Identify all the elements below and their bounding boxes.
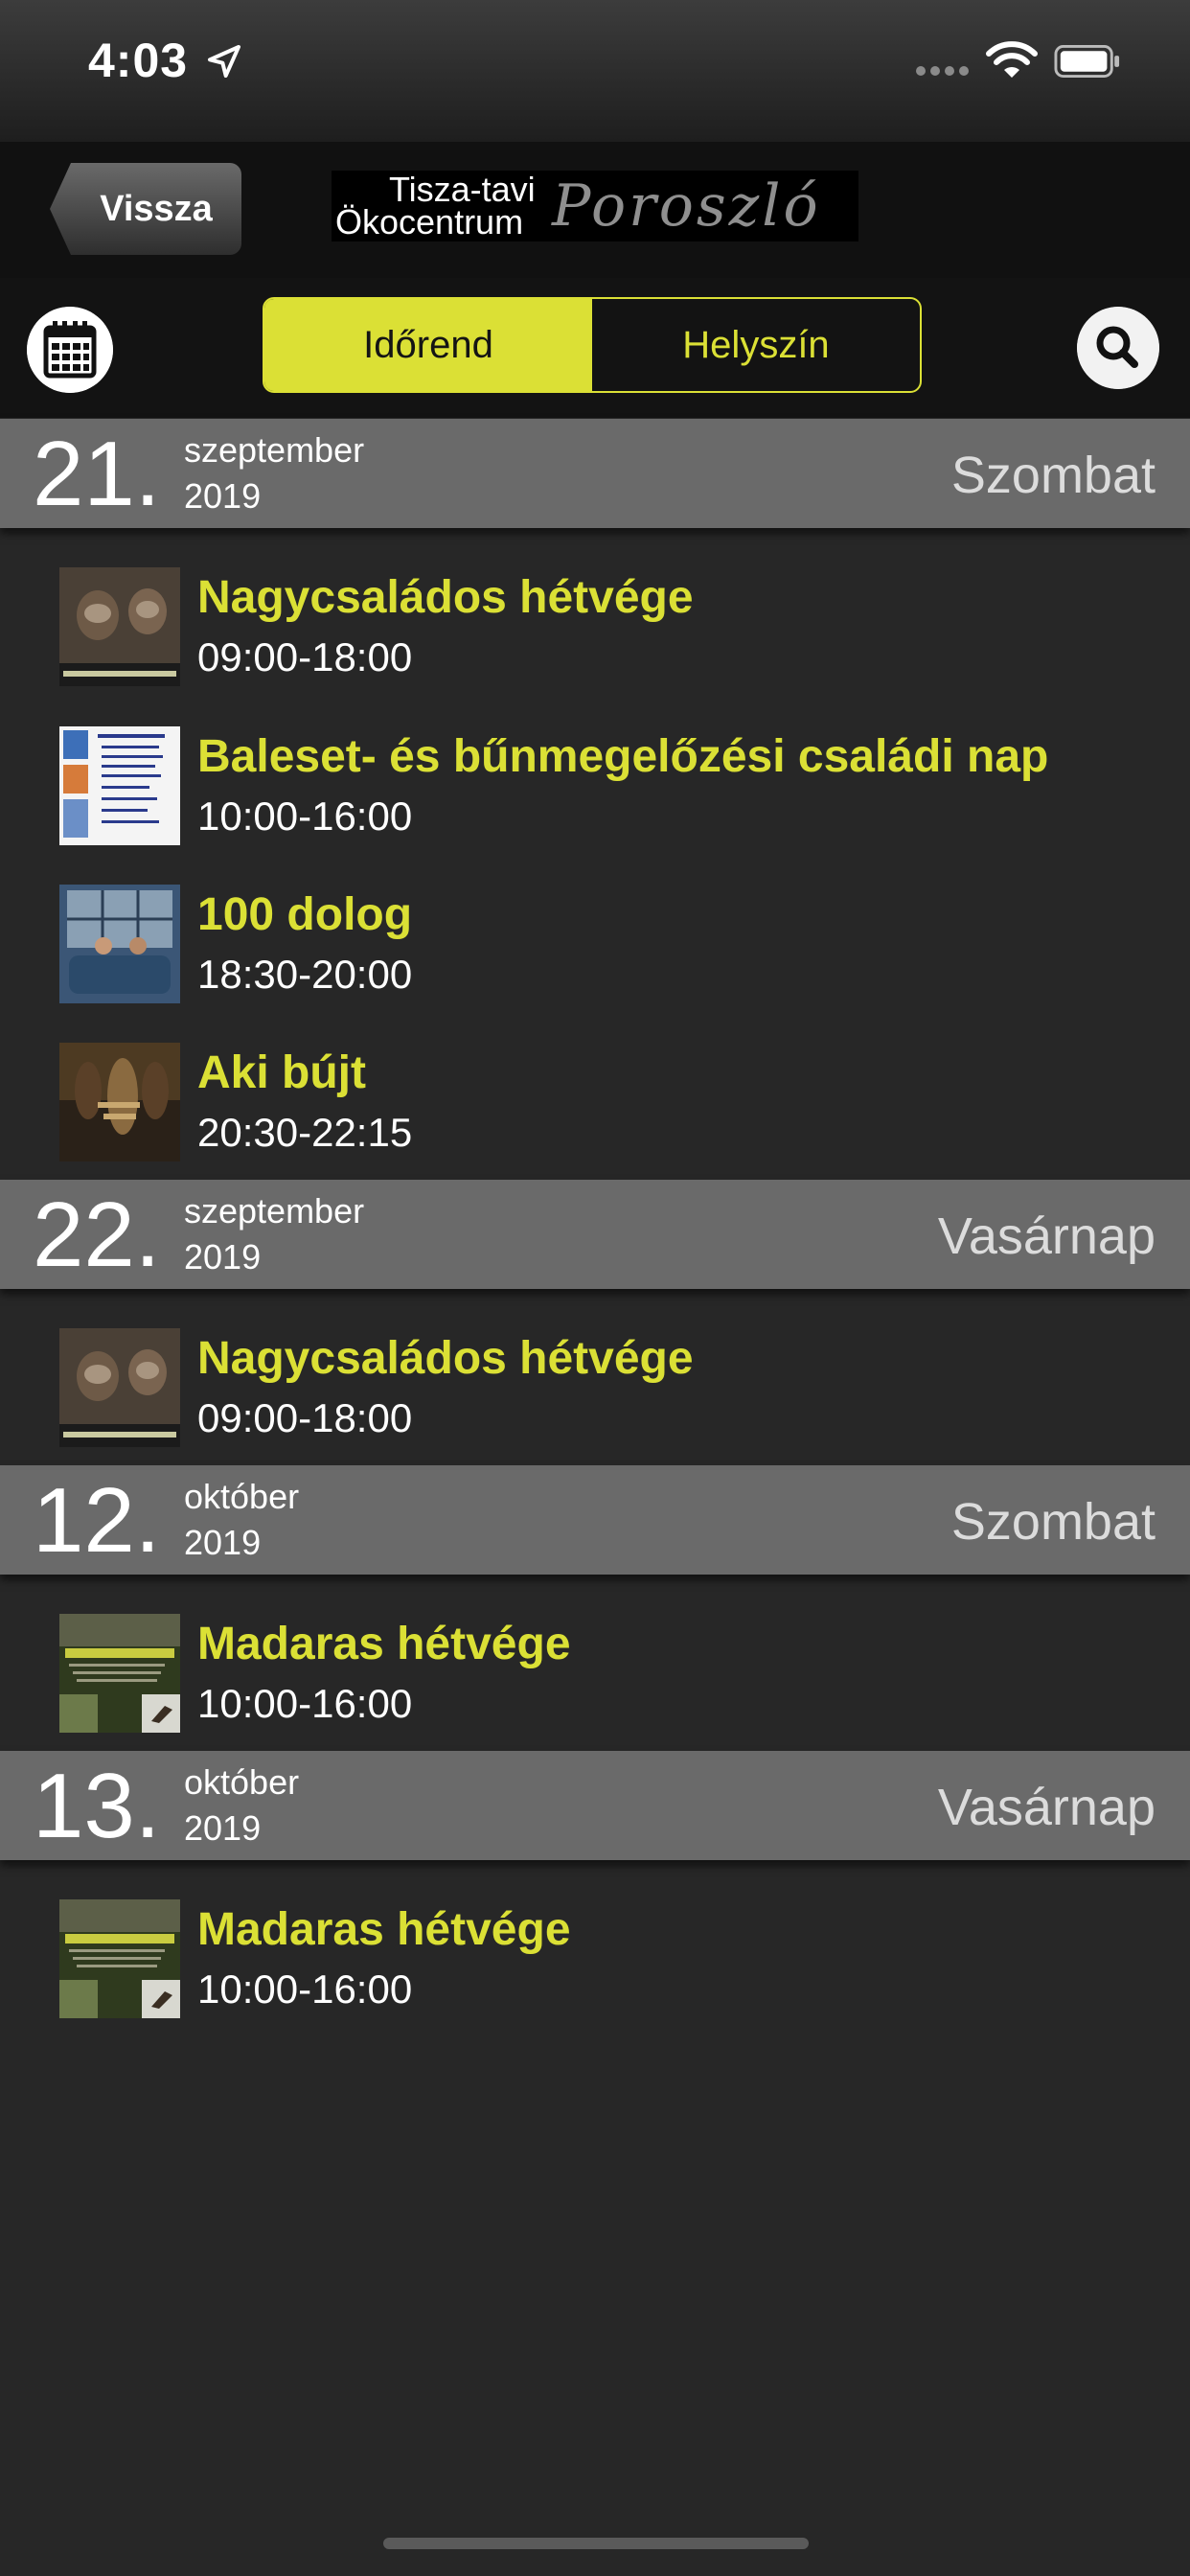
day-header: 12. október 2019 Szombat bbox=[0, 1465, 1190, 1575]
signal-icon bbox=[916, 63, 973, 80]
day-header: 13. október 2019 Vasárnap bbox=[0, 1751, 1190, 1860]
tab-location[interactable]: Helyszín bbox=[592, 299, 920, 391]
event-time: 18:30-20:00 bbox=[197, 952, 413, 997]
event-time: 09:00-18:00 bbox=[197, 1395, 413, 1440]
day-year: 2019 bbox=[184, 476, 262, 516]
event-title: 100 dolog bbox=[197, 889, 413, 940]
app-logo: Tisza-tavi Ökocentrum Poroszló bbox=[332, 171, 858, 242]
event-time: 10:00-16:00 bbox=[197, 1966, 413, 2012]
poster-image bbox=[59, 726, 180, 845]
day-number: 22. bbox=[33, 1184, 161, 1286]
status-time: 4:03 bbox=[88, 34, 189, 87]
tab-schedule[interactable]: Időrend bbox=[264, 299, 592, 391]
day-year: 2019 bbox=[184, 1808, 262, 1848]
day-number: 21. bbox=[33, 423, 161, 525]
event-title: Aki bújt bbox=[197, 1047, 366, 1098]
status-bar: 4:03 bbox=[0, 0, 1190, 142]
battery-icon bbox=[1054, 44, 1120, 79]
event-time: 10:00-16:00 bbox=[197, 794, 413, 839]
view-segmented-control: Időrend Helyszín bbox=[263, 297, 922, 393]
day-header: 21. szeptember 2019 Szombat bbox=[0, 419, 1190, 528]
movie-still-image bbox=[59, 885, 180, 1003]
event-title: Baleset- és bűnmegelőzési családi nap bbox=[197, 731, 1049, 782]
day-year: 2019 bbox=[184, 1237, 262, 1276]
otters-image bbox=[59, 1328, 180, 1447]
calendar-icon[interactable] bbox=[27, 307, 113, 393]
day-weekday: Vasárnap bbox=[937, 1208, 1156, 1265]
event-title: Nagycsaládos hétvége bbox=[197, 1333, 694, 1384]
day-month: szeptember bbox=[184, 1191, 365, 1230]
day-year: 2019 bbox=[184, 1523, 262, 1562]
event-item[interactable]: Madaras hétvége 10:00-16:00 bbox=[0, 1899, 1190, 2043]
event-title: Nagycsaládos hétvége bbox=[197, 572, 694, 623]
event-item[interactable]: 100 dolog 18:30-20:00 bbox=[0, 885, 1190, 1028]
day-weekday: Vasárnap bbox=[937, 1779, 1156, 1836]
search-icon[interactable] bbox=[1077, 307, 1159, 389]
home-indicator[interactable] bbox=[383, 2538, 809, 2549]
event-time: 20:30-22:15 bbox=[197, 1110, 413, 1155]
otters-image bbox=[59, 567, 180, 686]
day-header: 22. szeptember 2019 Vasárnap bbox=[0, 1180, 1190, 1289]
event-title: Madaras hétvége bbox=[197, 1619, 571, 1669]
event-item[interactable]: Nagycsaládos hétvége 09:00-18:00 bbox=[0, 567, 1190, 711]
event-title: Madaras hétvége bbox=[197, 1904, 571, 1955]
day-month: szeptember bbox=[184, 430, 365, 470]
day-number: 12. bbox=[33, 1469, 161, 1572]
toolbar: Időrend Helyszín bbox=[0, 278, 1190, 418]
back-button[interactable]: Vissza bbox=[50, 163, 241, 255]
day-month: október bbox=[184, 1762, 300, 1802]
birds-poster-image bbox=[59, 1899, 180, 2018]
event-item[interactable]: Baleset- és bűnmegelőzési családi nap 10… bbox=[0, 726, 1190, 870]
movie-poster-image bbox=[59, 1043, 180, 1162]
logo-line2: Ökocentrum bbox=[335, 202, 524, 242]
nav-bar: Vissza Tisza-tavi Ökocentrum Poroszló bbox=[0, 142, 1190, 280]
event-item[interactable]: Aki bújt 20:30-22:15 bbox=[0, 1043, 1190, 1186]
birds-poster-image bbox=[59, 1614, 180, 1733]
event-item[interactable]: Nagycsaládos hétvége 09:00-18:00 bbox=[0, 1328, 1190, 1472]
wifi-icon bbox=[986, 41, 1038, 78]
event-item[interactable]: Madaras hétvége 10:00-16:00 bbox=[0, 1614, 1190, 1758]
day-month: október bbox=[184, 1477, 300, 1516]
logo-script: Poroszló bbox=[552, 172, 821, 240]
event-time: 09:00-18:00 bbox=[197, 634, 413, 679]
day-weekday: Szombat bbox=[950, 1493, 1156, 1551]
day-weekday: Szombat bbox=[950, 447, 1156, 504]
location-arrow-icon bbox=[208, 45, 240, 78]
day-number: 13. bbox=[33, 1755, 161, 1857]
event-time: 10:00-16:00 bbox=[197, 1681, 413, 1726]
logo-line1: Tisza-tavi bbox=[389, 170, 536, 209]
